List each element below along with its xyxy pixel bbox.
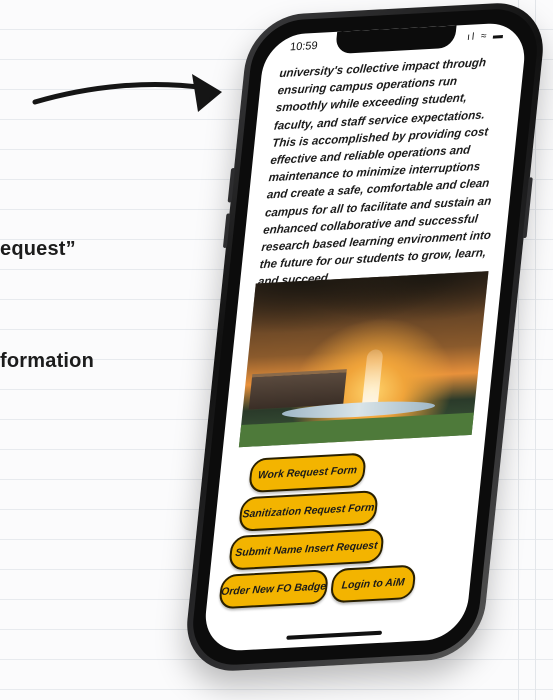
phone-frame: 10:59 ıl ≈ ▬ university's collective imp… — [181, 0, 549, 674]
work-request-form-button[interactable]: Work Request Form — [247, 452, 367, 494]
phone-mockup: 10:59 ıl ≈ ▬ university's collective imp… — [0, 0, 553, 700]
home-indicator[interactable] — [286, 630, 383, 640]
status-icons: ıl ≈ ▬ — [466, 29, 506, 44]
sanitization-request-form-button[interactable]: Sanitization Request Form — [238, 490, 379, 532]
submit-name-insert-request-button[interactable]: Submit Name Insert Request — [228, 527, 385, 571]
status-time: 10:59 — [289, 39, 319, 54]
phone-bezel: 10:59 ıl ≈ ▬ university's collective imp… — [188, 6, 542, 668]
volume-up-button — [227, 167, 236, 203]
order-new-fo-badge-button[interactable]: Order New FO Badge — [218, 569, 330, 610]
photo-lawn — [238, 412, 474, 448]
phone-screen: 10:59 ıl ≈ ▬ university's collective imp… — [201, 21, 529, 653]
phone-notch — [334, 25, 457, 55]
photo-trees — [249, 271, 489, 345]
photo-fountain — [361, 349, 384, 409]
mission-paragraph: university's collective impact through e… — [257, 56, 492, 289]
campus-fountain-photo — [238, 271, 489, 448]
login-to-aim-button[interactable]: Login to AiM — [329, 564, 417, 604]
volume-down-button — [222, 213, 231, 249]
power-button — [522, 177, 533, 239]
